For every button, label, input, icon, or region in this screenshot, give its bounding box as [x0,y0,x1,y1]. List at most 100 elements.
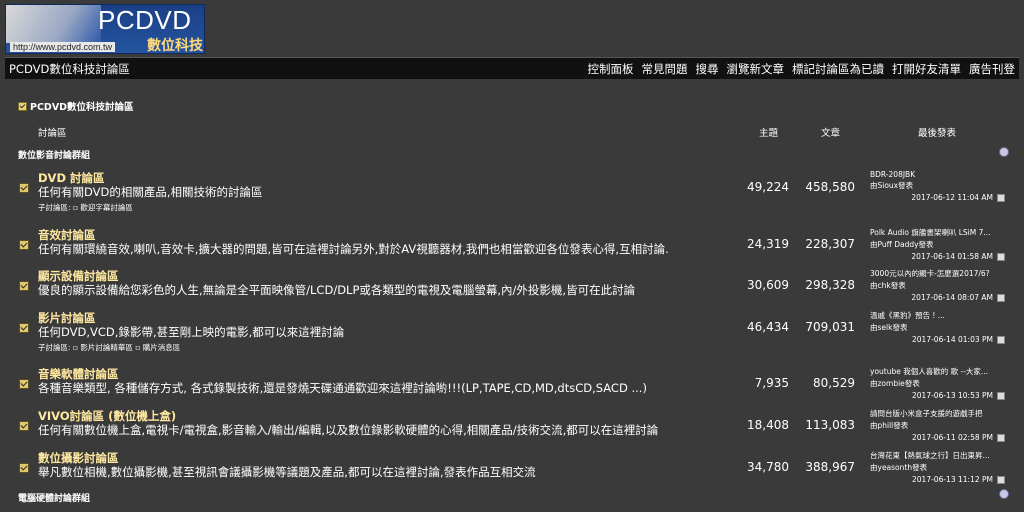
logo-url: http://www.pcdvd.com.tw [10,42,116,52]
collapse-icon[interactable] [999,489,1009,499]
last-post-time: 01:58 AM [957,252,993,261]
col-header-posts: 文章 [821,128,841,139]
post-count: 113,083 [805,418,855,432]
last-post-date: 2017-06-13 [912,391,956,400]
go-to-last-post-icon[interactable] [997,434,1005,442]
forum-row: VIVO討論區 (數位機上盒) 任何有關數位機上盒,電視卡/電視盒,影音輸入/輸出… [0,408,1024,448]
forum-description: 任何有關環繞音效,喇叭,音效卡,擴大器的問題,皆可在這裡討論另外,對於AV視聽器… [38,242,669,256]
post-count: 298,328 [805,278,855,292]
last-post-datetime: 2017-06-13 11:12 PM [870,475,1010,484]
post-count: 458,580 [805,180,855,194]
thread-count: 49,224 [747,180,789,194]
last-post: 3000元以內的顯卡-怎麼選2017/6? 由chk發表 2017-06-14 08… [870,268,1010,302]
subforum-list: 子討論區: ▫ 影片討論精華區 ▫ 購片消息區 [38,342,180,353]
last-post-date: 2017-06-11 [912,433,956,442]
forum-row: DVD 討論區 任何有關DVD的相關產品,相關技術的討論區 子討論區: ▫ 歡迎字幕… [0,170,1024,213]
nav-link-control-panel[interactable]: 控制面板 [588,61,634,77]
go-to-last-post-icon[interactable] [997,194,1005,202]
last-post-title-link[interactable]: 3000元以內的顯卡-怎麼選2017/6? [870,268,1010,279]
nav-link-faq[interactable]: 常見問題 [642,61,688,77]
thread-count: 7,935 [754,376,789,390]
forum-description: 優良的顯示設備給您彩色的人生,無論是全平面映像管/LCD/DLP或各類型的電視及… [38,283,636,297]
subforum-list: 子討論區: ▫ 歡迎字幕討論區 [38,202,133,213]
site-logo[interactable]: PCDVD 數位科技 http://www.pcdvd.com.tw [5,4,205,54]
last-post-time: 11:12 PM [958,475,993,484]
last-post: 請問台版小米盒子支援的遊戲手把 由phill發表 2017-06-11 02:58 … [870,408,1010,442]
go-to-last-post-icon[interactable] [997,476,1005,484]
last-post-time: 11:04 AM [957,193,993,202]
group-title[interactable]: 數位影音討論群組 [18,148,90,161]
last-post-title-link[interactable]: 台灣花東【熱氣球之行】日出東昇... [870,450,1010,461]
nav-link-buddy-list[interactable]: 打開好友清單 [892,61,961,77]
last-post-author[interactable]: 由Sioux發表 [870,180,1010,191]
last-post-time: 01:03 PM [958,335,993,344]
last-post-date: 2017-06-14 [911,252,955,261]
breadcrumb: PCDVD數位科技討論區 [18,99,134,113]
subforum-link[interactable]: 歡迎字幕討論區 [80,203,133,212]
last-post: 溫戚《黑豹》預告 ! ... 由selk發表 2017-06-14 01:03 PM [870,310,1010,344]
forum-description: 任何有關DVD的相關產品,相關技術的討論區 [38,185,263,199]
nav-links: 控制面板 常見問題 搜尋 瀏覽新文章 標記討論區為已讀 打開好友清單 廣告刊登 [588,61,1016,77]
last-post-title-link[interactable]: youtube 我個人喜歡的 歌 --大家... [870,366,1010,377]
nav-link-search[interactable]: 搜尋 [696,61,719,77]
go-to-last-post-icon[interactable] [997,336,1005,344]
last-post: 台灣花東【熱氣球之行】日出東昇... 由yeasonth發表 2017-06-13 … [870,450,1010,484]
nav-link-new-posts[interactable]: 瀏覽新文章 [727,61,785,77]
subforum-link[interactable]: 影片討論精華區 [80,343,133,352]
last-post-time: 08:07 AM [957,293,993,302]
post-count: 388,967 [805,460,855,474]
last-post-date: 2017-06-12 [911,193,955,202]
nav-link-mark-read[interactable]: 標記討論區為已讀 [792,61,884,77]
last-post: BDR-208JBK 由Sioux發表 2017-06-12 11:04 AM [870,170,1010,202]
post-count: 80,529 [813,376,855,390]
col-header-forum: 討論區 [38,128,67,139]
go-to-last-post-icon[interactable] [997,294,1005,302]
nav-link-advertise[interactable]: 廣告刊登 [969,61,1015,77]
thread-count: 46,434 [747,320,789,334]
thread-count: 24,319 [747,237,789,251]
group-title[interactable]: 電腦硬體討論群組 [18,491,90,504]
last-post-author[interactable]: 由selk發表 [870,322,1010,333]
thread-count: 18,408 [747,418,789,432]
last-post-author[interactable]: 由Puff Daddy發表 [870,239,1010,250]
site-title-link[interactable]: PCDVD數位科技討論區 [9,61,130,77]
go-to-last-post-icon[interactable] [997,392,1005,400]
nav-bar: PCDVD數位科技討論區 控制面板 常見問題 搜尋 瀏覽新文章 標記討論區為已讀… [5,57,1019,79]
last-post-author[interactable]: 由chk發表 [870,280,1010,291]
page-icon: ▫ [72,203,79,212]
subforum-label: 子討論區: [38,203,71,212]
col-header-last-post: 最後發表 [918,128,957,139]
forum-status-icon [19,183,29,193]
logo-text: PCDVD [98,5,192,35]
last-post-time: 10:53 PM [958,391,993,400]
go-to-last-post-icon[interactable] [997,253,1005,261]
last-post: Polk Audio 旗艦書架喇叭 LSiM 7... 由Puff Daddy發表… [870,227,1010,261]
forum-row: 音樂軟體討論區 各種音樂類型, 各種儲存方式, 各式錄製技術,還是發燒天碟通通歡迎… [0,366,1024,406]
last-post-date: 2017-06-14 [911,293,955,302]
last-post-title-link[interactable]: 請問台版小米盒子支援的遊戲手把 [870,408,1010,419]
forum-row: 影片討論區 任何DVD,VCD,錄影帶,甚至剛上映的電影,都可以來這裡討論 子討論區… [0,310,1024,353]
last-post-datetime: 2017-06-14 08:07 AM [870,293,1010,302]
last-post-datetime: 2017-06-13 10:53 PM [870,391,1010,400]
subforum-label: 子討論區: [38,343,71,352]
last-post-author[interactable]: 由yeasonth發表 [870,462,1010,473]
forum-row: 音效討論區 任何有關環繞音效,喇叭,音效卡,擴大器的問題,皆可在這裡討論另外,對於… [0,227,1024,267]
forum-status-icon [19,379,29,389]
last-post-title-link[interactable]: Polk Audio 旗艦書架喇叭 LSiM 7... [870,227,1010,238]
last-post-title-link[interactable]: BDR-208JBK [870,170,1010,179]
forum-description: 舉凡數位相機,數位攝影機,甚至視訊會議攝影機等議題及產品,都可以在這裡討論,發表… [38,465,536,479]
breadcrumb-link[interactable]: PCDVD數位科技討論區 [30,99,134,113]
logo-graphic [6,5,101,43]
post-count: 709,031 [805,320,855,334]
forum-status-icon [18,101,27,111]
last-post-author[interactable]: 由phill發表 [870,420,1010,431]
collapse-icon[interactable] [999,147,1009,157]
thread-count: 30,609 [747,278,789,292]
forum-status-icon [19,281,29,291]
last-post-title-link[interactable]: 溫戚《黑豹》預告 ! ... [870,310,1010,321]
subforum-link[interactable]: 購片消息區 [143,343,181,352]
logo-subtitle: 數位科技 [147,38,203,54]
forum-row: 顯示設備討論區 優良的顯示設備給您彩色的人生,無論是全平面映像管/LCD/DLP或… [0,268,1024,308]
last-post-author[interactable]: 由zombie發表 [870,378,1010,389]
forum-status-icon [19,463,29,473]
